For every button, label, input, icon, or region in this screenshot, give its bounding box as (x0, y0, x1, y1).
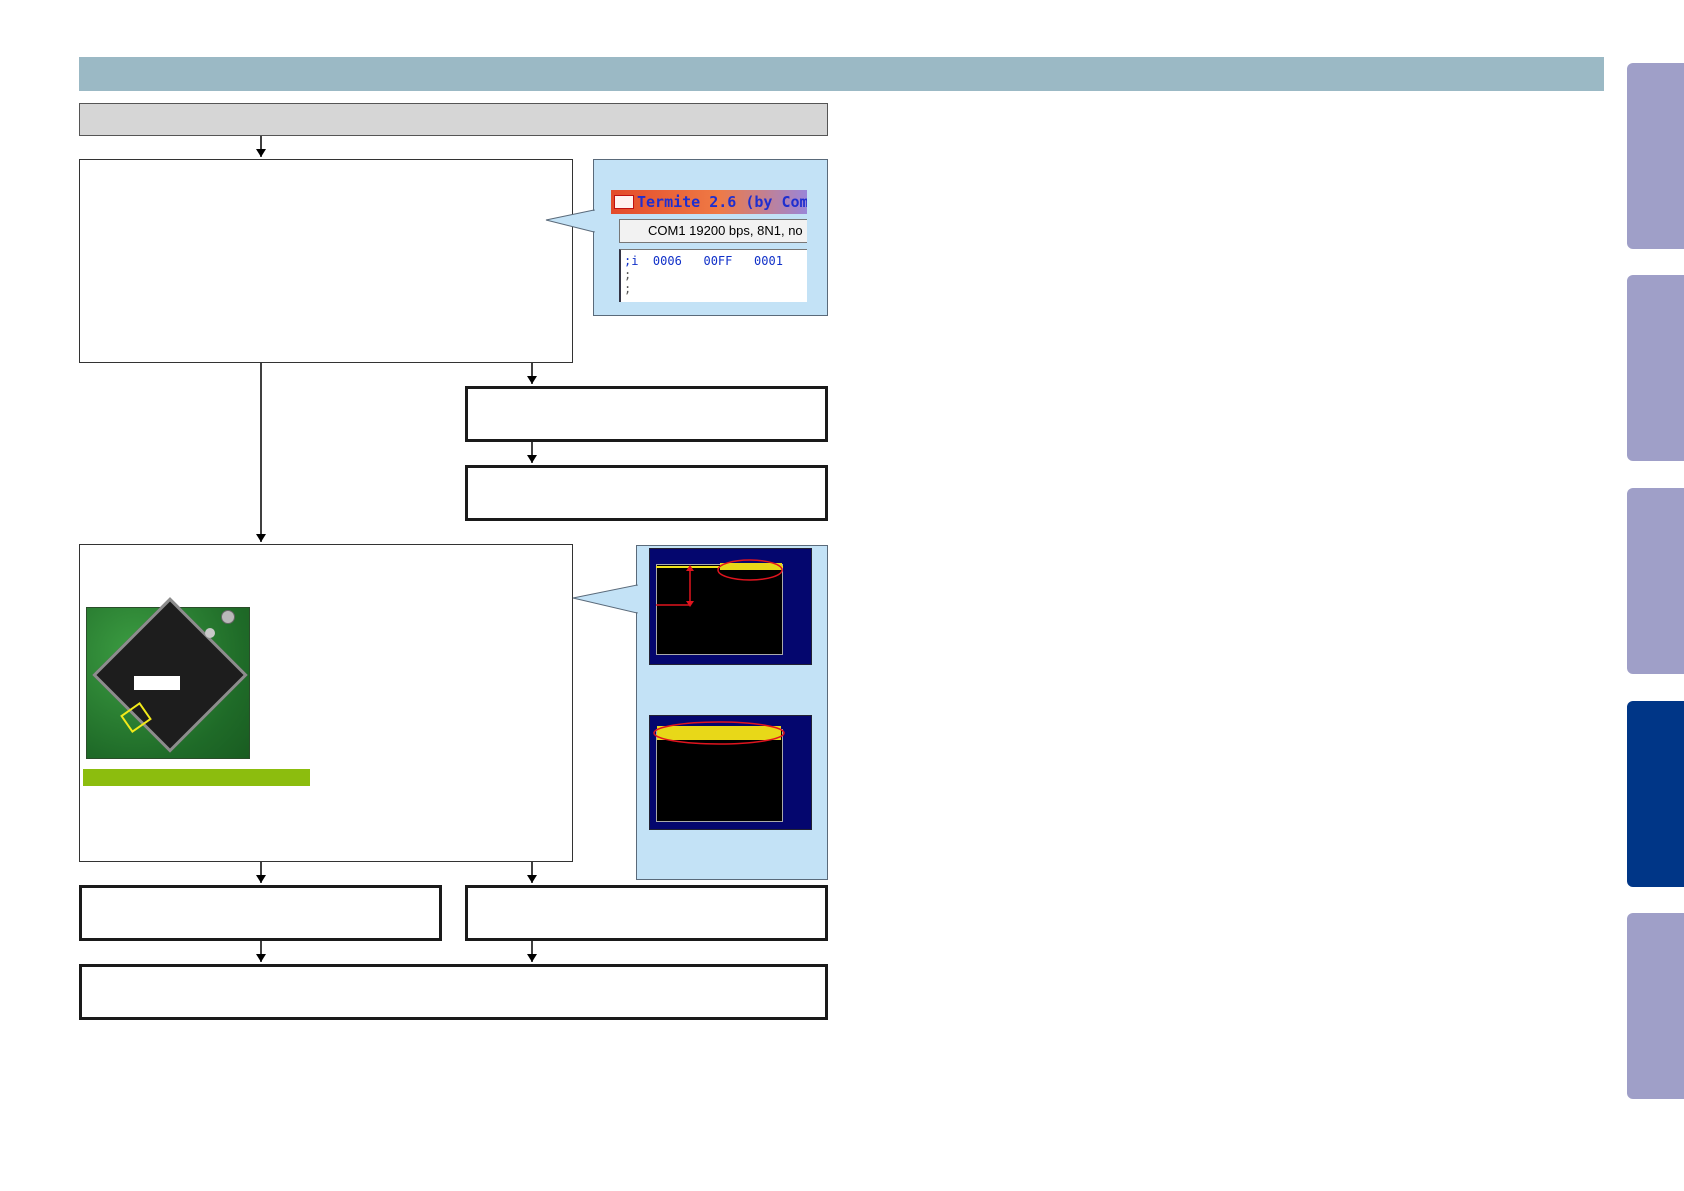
side-tab-2[interactable] (1627, 275, 1684, 461)
termite-window-title: Termite 2.6 (by Compu (611, 190, 807, 214)
side-tab-1[interactable] (1627, 63, 1684, 249)
termite-output-line: ;i 0006 00FF 0001 (624, 254, 783, 268)
side-tab-3[interactable] (1627, 488, 1684, 674)
capacitor (221, 610, 235, 624)
flowchart-connectors (256, 136, 638, 962)
oscilloscope-screenshot-2 (649, 715, 812, 830)
side-tab-5[interactable] (1627, 913, 1684, 1099)
chip-label-mask (134, 676, 180, 690)
scope-waveform-1 (656, 559, 783, 607)
termite-logo-icon (614, 195, 634, 209)
termite-output-line: ; (624, 268, 632, 282)
oscilloscope-screenshot-1 (649, 548, 812, 665)
scope-waveform-2 (653, 721, 785, 745)
capacitor (205, 628, 215, 638)
highlight-bar (83, 769, 310, 786)
termite-output-line: ; (624, 282, 632, 296)
termite-output-view: ;i 0006 00FF 0001;; (619, 249, 807, 302)
side-tab-4-active[interactable] (1627, 701, 1684, 887)
termite-port-status: COM1 19200 bps, 8N1, no h (619, 219, 807, 243)
